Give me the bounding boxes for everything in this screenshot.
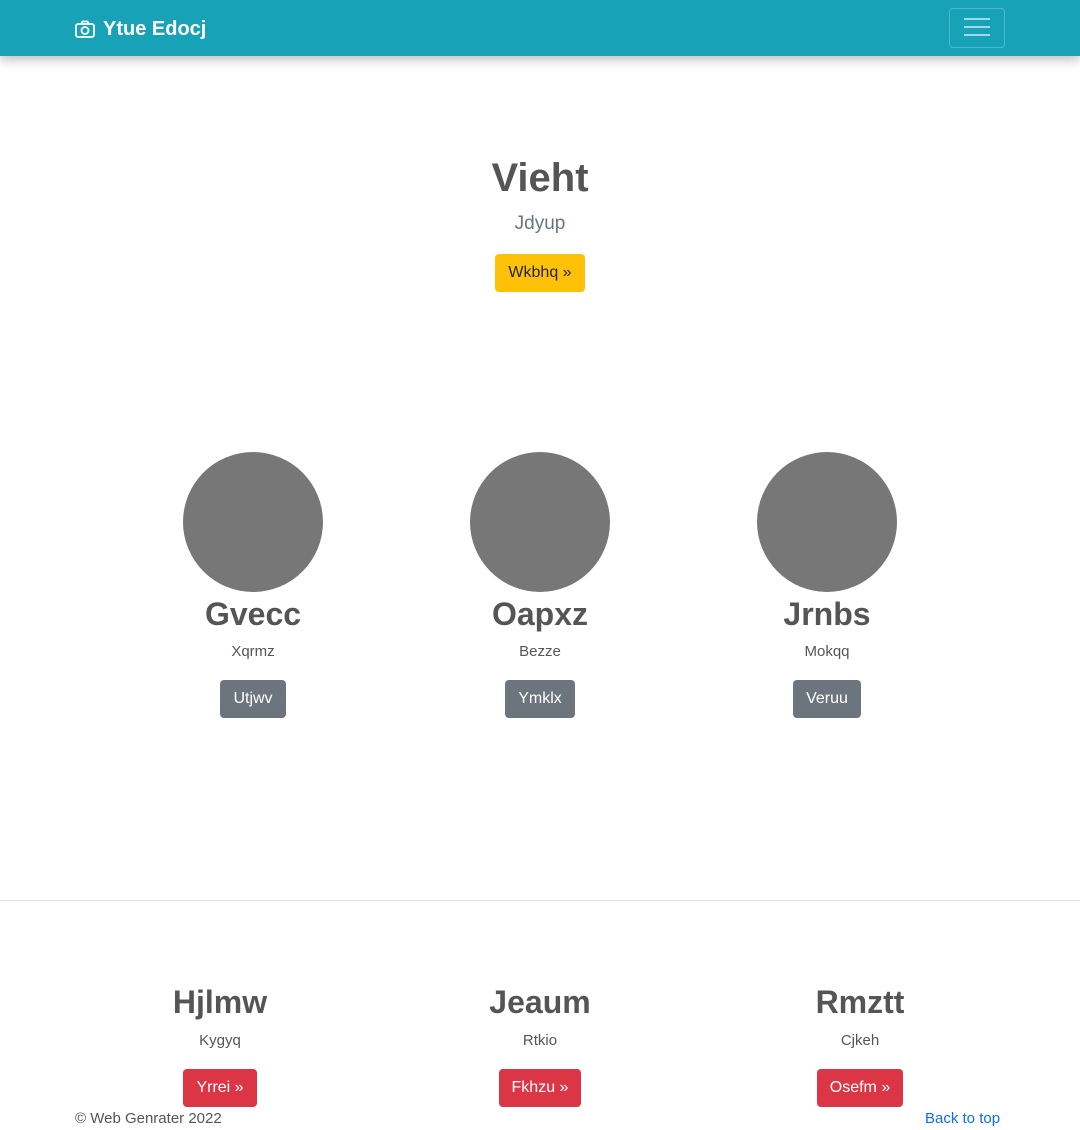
feature-subtitle: Kygyq — [199, 1032, 241, 1049]
hero-subtitle: Jdyup — [514, 213, 566, 234]
member-button[interactable]: Ymklx — [505, 680, 575, 718]
feature-card: Rmztt Cjkeh Osefm » — [730, 982, 990, 1107]
hero-button[interactable]: Wkbhq » — [495, 254, 585, 292]
back-to-top-link[interactable]: Back to top — [925, 1109, 1000, 1129]
hero-section: Vieht Jdyup Wkbhq » — [0, 150, 1080, 292]
navbar: Ytue Edocj — [0, 0, 1080, 56]
member-subtitle: Bezze — [519, 643, 561, 660]
member-card: Jrnbs Mokqq Veruu — [697, 452, 957, 718]
feature-title: Jeaum — [489, 984, 591, 1020]
footer-copyright: © Web Genrater 2022 — [75, 1110, 222, 1127]
feature-card: Jeaum Rtkio Fkhzu » — [410, 982, 670, 1107]
member-name: Gvecc — [204, 596, 302, 632]
member-name: Jrnbs — [783, 596, 871, 632]
avatar — [183, 452, 323, 592]
member-name: Oapxz — [491, 596, 589, 632]
feature-subtitle: Cjkeh — [840, 1032, 880, 1049]
member-button[interactable]: Utjwv — [220, 680, 286, 718]
hamburger-menu-icon — [963, 16, 991, 41]
avatar — [757, 452, 897, 592]
feature-title: Rmztt — [815, 984, 905, 1020]
feature-card: Hjlmw Kygyq Yrrei » — [90, 982, 350, 1107]
feature-title: Hjlmw — [172, 984, 268, 1020]
member-card: Oapxz Bezze Ymklx — [410, 452, 670, 718]
hero-title: Vieht — [491, 156, 589, 200]
member-card: Gvecc Xqrmz Utjwv — [123, 452, 383, 718]
feature-subtitle: Rtkio — [522, 1032, 558, 1049]
brand-name: Ytue Edocj — [103, 17, 207, 40]
navbar-toggle-button[interactable] — [949, 8, 1005, 48]
member-subtitle: Mokqq — [804, 643, 850, 660]
camera-icon — [75, 20, 95, 38]
member-button[interactable]: Veruu — [793, 680, 861, 718]
member-subtitle: Xqrmz — [231, 643, 275, 660]
feature-button[interactable]: Osefm » — [816, 1069, 904, 1107]
avatar — [470, 452, 610, 592]
section-divider — [0, 900, 1080, 901]
feature-button[interactable]: Fkhzu » — [498, 1069, 582, 1107]
feature-button[interactable]: Yrrei » — [183, 1069, 257, 1107]
brand-link[interactable]: Ytue Edocj — [75, 16, 206, 42]
